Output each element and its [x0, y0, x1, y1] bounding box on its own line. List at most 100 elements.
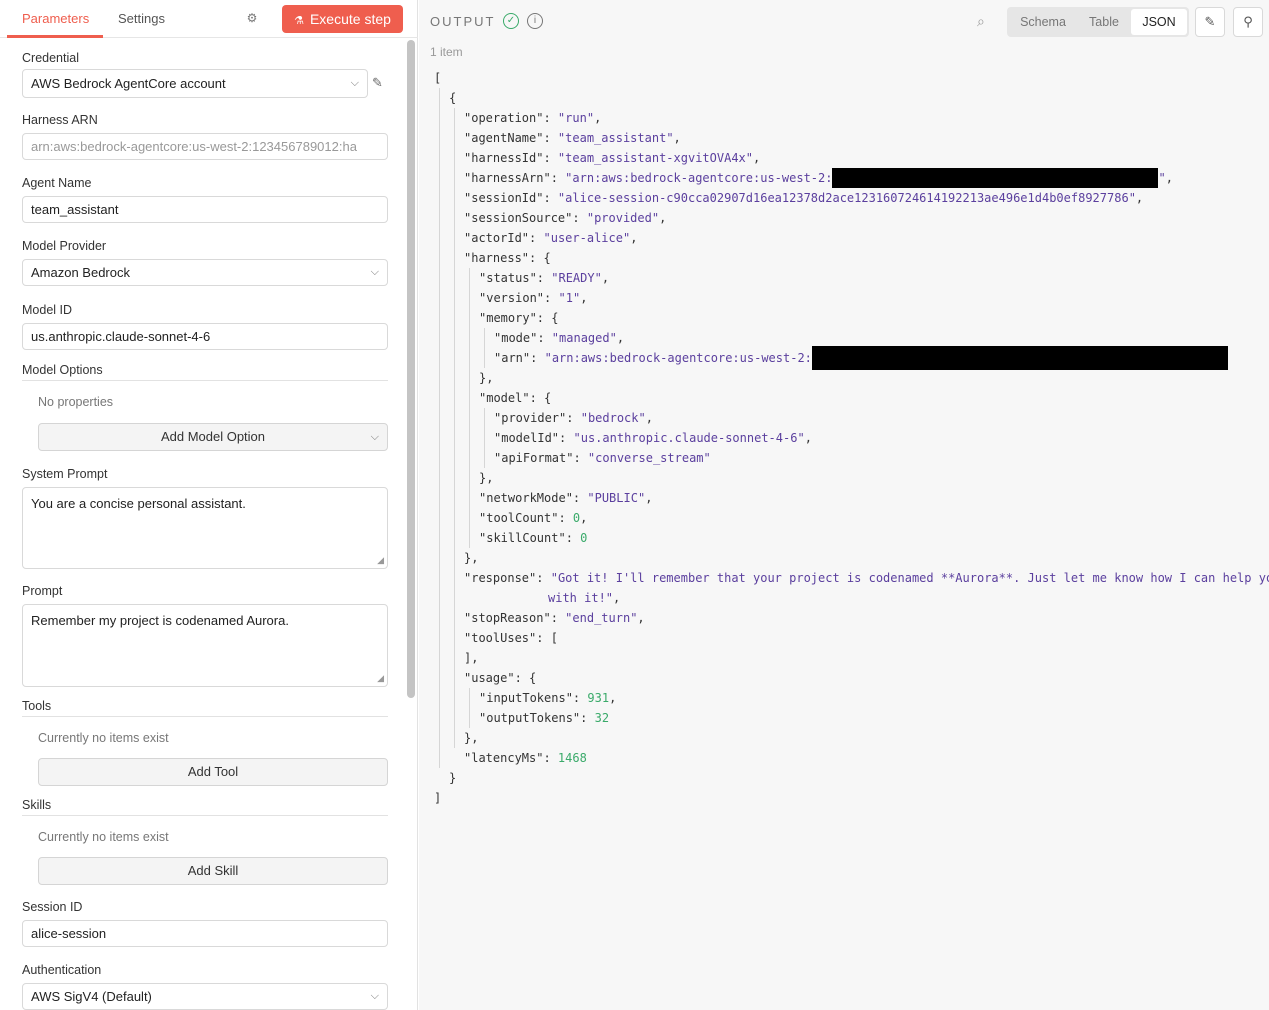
json-memory-mode: managed: [559, 331, 610, 345]
json-line: "sessionId": "alice-session-c90cca02907d…: [464, 191, 1144, 205]
redaction-box: [811, 346, 1228, 370]
model-provider-select[interactable]: Amazon Bedrock ⌵: [22, 259, 388, 286]
add-model-option-button[interactable]: Add Model Option ⌵: [38, 423, 388, 451]
json-input-tokens: 931: [587, 691, 610, 705]
json-viewer: [ { "operation": "run", "agentName": "te…: [419, 68, 1269, 828]
json-memory-arn: arn:aws:bedrock-agentcore:us-west-2:: [551, 351, 812, 365]
json-line: "skillCount": 0: [479, 531, 588, 545]
json-harness-id: team_assistant-xgvitOVA4x: [565, 151, 746, 165]
prompt-label: Prompt: [22, 584, 63, 598]
chevron-down-icon: ⌵: [350, 77, 359, 89]
skills-empty: Currently no items exist: [38, 830, 169, 844]
divider: [22, 380, 388, 381]
harness-arn-value: arn:aws:bedrock-agentcore:us-west-2:1234…: [31, 139, 357, 154]
indent-guide: [469, 688, 470, 728]
node-settings-icon[interactable]: ⚙: [244, 10, 260, 26]
json-line: "status": "READY",: [479, 271, 610, 285]
view-switcher: Schema Table JSON: [1007, 7, 1189, 37]
prompt-value: Remember my project is codenamed Aurora.: [31, 613, 289, 628]
json-line: [: [434, 71, 442, 85]
execute-step-button[interactable]: ⚗ Execute step: [282, 5, 403, 33]
resize-handle-icon[interactable]: ◢: [377, 555, 384, 566]
session-id-input[interactable]: alice-session: [22, 920, 388, 947]
json-network-mode: PUBLIC: [594, 491, 638, 505]
parameters-panel: Parameters Settings ⚙ ⚗ Execute step Cred…: [0, 0, 418, 1010]
harness-arn-input[interactable]: arn:aws:bedrock-agentcore:us-west-2:1234…: [22, 133, 388, 160]
json-line: {: [449, 91, 457, 105]
credential-select[interactable]: AWS Bedrock AgentCore account ⌵: [22, 69, 368, 98]
json-line: }: [449, 771, 457, 785]
json-model-id: us.anthropic.claude-sonnet-4-6: [580, 431, 798, 445]
pencil-icon[interactable]: ✎: [1195, 7, 1225, 37]
json-line: ],: [464, 651, 479, 665]
search-icon[interactable]: ⌕: [977, 13, 993, 29]
json-agent-name: team_assistant: [565, 131, 667, 145]
json-line: "response": "Got it! I'll remember that …: [464, 568, 1269, 588]
view-schema-button[interactable]: Schema: [1009, 9, 1077, 35]
tools-label: Tools: [22, 699, 52, 713]
json-line: "usage": {: [464, 671, 537, 685]
system-prompt-textarea[interactable]: You are a concise personal assistant. ◢: [22, 487, 388, 569]
view-json-button[interactable]: JSON: [1131, 9, 1187, 35]
add-model-option-label: Add Model Option: [160, 429, 266, 444]
indent-guide: [454, 108, 455, 748]
json-skill-count: 0: [580, 531, 588, 545]
chevron-down-icon: ⌵: [370, 266, 379, 278]
resize-handle-icon[interactable]: ◢: [377, 673, 384, 684]
indent-guide: [469, 268, 470, 548]
agent-name-input[interactable]: team_assistant: [22, 196, 388, 223]
json-line: },: [464, 731, 479, 745]
json-line: "actorId": "user-alice",: [464, 231, 638, 245]
view-table-button[interactable]: Table: [1077, 9, 1131, 35]
json-response-line1: Got it! I'll remember that your project …: [557, 571, 1269, 585]
json-harness-arn: arn:aws:bedrock-agentcore:us-west-2:: [572, 171, 833, 185]
add-skill-label: Add Skill: [187, 863, 239, 878]
json-line: "memory": {: [479, 311, 559, 325]
scrollbar[interactable]: [407, 40, 415, 698]
json-line: },: [479, 471, 494, 485]
add-tool-button[interactable]: Add Tool: [38, 758, 388, 786]
json-line: "agentName": "team_assistant",: [464, 131, 681, 145]
json-line: "provider": "bedrock",: [494, 411, 653, 425]
json-line: "harnessId": "team_assistant-xgvitOVA4x"…: [464, 151, 761, 165]
active-tab-indicator: [7, 35, 103, 38]
json-latency: 1468: [557, 751, 587, 765]
parameters-scroll-area: Credential AWS Bedrock AgentCore account…: [0, 39, 418, 1010]
model-options-label: Model Options: [22, 363, 103, 377]
output-panel: OUTPUT ✓ i ⌕ Schema Table JSON ✎ ⚲ 1 ite…: [419, 0, 1269, 1010]
pin-icon[interactable]: ⚲: [1233, 7, 1263, 37]
json-harness-status: READY: [558, 271, 595, 285]
authentication-select[interactable]: AWS SigV4 (Default) ⌵: [22, 983, 388, 1010]
success-check-icon: ✓: [503, 13, 519, 29]
tab-parameters[interactable]: Parameters: [22, 11, 89, 26]
json-line: ]: [434, 791, 442, 805]
json-operation: run: [565, 111, 587, 125]
json-api-format: converse_stream: [595, 451, 704, 465]
flask-icon: ⚗: [294, 15, 304, 27]
skills-label: Skills: [22, 798, 52, 812]
prompt-textarea[interactable]: Remember my project is codenamed Aurora.…: [22, 604, 388, 687]
model-provider-value: Amazon Bedrock: [31, 265, 130, 280]
json-line: "harnessArn": "arn:aws:bedrock-agentcore…: [464, 168, 1173, 188]
json-line: "inputTokens": 931,: [479, 691, 617, 705]
info-icon[interactable]: i: [527, 13, 543, 29]
chevron-down-icon: ⌵: [370, 431, 379, 443]
add-skill-button[interactable]: Add Skill: [38, 857, 388, 885]
json-line: "mode": "managed",: [494, 331, 625, 345]
redaction-box: [832, 168, 1159, 188]
edit-credential-icon[interactable]: ✎: [372, 75, 383, 91]
authentication-label: Authentication: [22, 963, 102, 977]
panel-tabs: Parameters Settings ⚙ ⚗ Execute step: [0, 0, 418, 38]
model-id-label: Model ID: [22, 303, 73, 317]
tab-settings[interactable]: Settings: [118, 11, 165, 26]
json-line: "operation": "run",: [464, 111, 602, 125]
model-provider-label: Model Provider: [22, 239, 107, 253]
output-title: OUTPUT: [430, 14, 496, 29]
session-id-value: alice-session: [31, 926, 107, 941]
json-line: "model": {: [479, 391, 552, 405]
model-id-input[interactable]: us.anthropic.claude-sonnet-4-6: [22, 323, 388, 350]
session-id-label: Session ID: [22, 900, 83, 914]
indent-guide: [484, 328, 485, 368]
json-line: "harness": {: [464, 251, 551, 265]
json-line: "stopReason": "end_turn",: [464, 611, 645, 625]
